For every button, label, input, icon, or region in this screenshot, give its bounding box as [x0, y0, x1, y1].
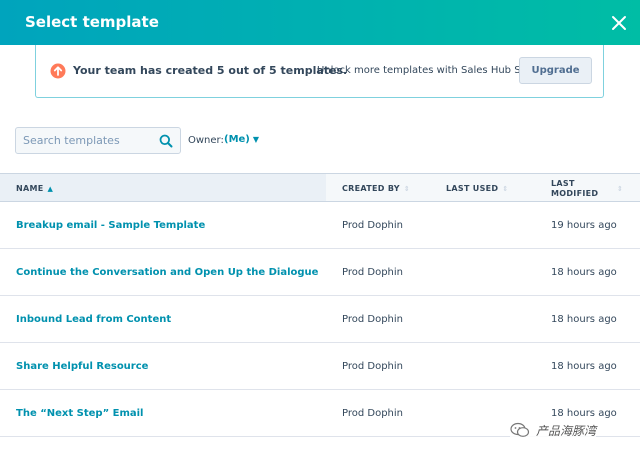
sort-icon[interactable]: ⇕: [617, 184, 623, 193]
search-icon[interactable]: [159, 134, 173, 148]
upgrade-button[interactable]: Upgrade: [519, 57, 592, 84]
last-modified-cell: 18 hours ago: [551, 408, 617, 419]
limit-banner: Your team has created 5 out of 5 templat…: [35, 45, 604, 98]
column-header-last-modified[interactable]: LAST MODIFIED: [551, 179, 598, 199]
column-header-created-by-label: CREATED BY: [342, 184, 400, 193]
arrow-up-circle-icon: [50, 63, 66, 79]
search-input[interactable]: [16, 128, 156, 153]
template-name-link[interactable]: Breakup email - Sample Template: [16, 220, 205, 231]
created-by-cell: Prod Dophin: [342, 408, 404, 419]
last-modified-cell: 18 hours ago: [551, 314, 617, 325]
owner-dropdown[interactable]: (Me) ▼: [224, 134, 259, 145]
column-header-last-used-label: LAST USED: [446, 184, 499, 193]
last-modified-cell: 19 hours ago: [551, 220, 617, 231]
close-icon[interactable]: [608, 12, 630, 34]
column-header-last-used[interactable]: LAST USED ⇕: [446, 184, 509, 193]
modal-header: Select template: [0, 0, 640, 45]
table-row: Breakup email - Sample Template Prod Dop…: [0, 202, 640, 249]
column-header-last-modified-line2: MODIFIED: [551, 189, 599, 198]
created-by-cell: Prod Dophin: [342, 314, 404, 325]
template-name-link[interactable]: Continue the Conversation and Open Up th…: [16, 267, 318, 278]
column-header-name-label: NAME: [16, 184, 44, 193]
owner-label: Owner:: [188, 135, 224, 146]
sort-ascending-icon: ▲: [47, 185, 54, 193]
template-name-link[interactable]: Inbound Lead from Content: [16, 314, 171, 325]
sort-icon: ⇕: [502, 185, 509, 193]
banner-text: Unlock more templates with Sales Hub Sta…: [317, 65, 552, 76]
created-by-cell: Prod Dophin: [342, 220, 404, 231]
table-header: NAME ▲ CREATED BY ⇕ LAST USED ⇕ LAST MODIFI…: [0, 173, 640, 202]
sort-icon: ⇕: [403, 185, 411, 193]
column-header-last-modified-line1: LAST: [551, 179, 575, 188]
template-name-link[interactable]: The “Next Step” Email: [16, 408, 143, 419]
search-box: [15, 127, 181, 154]
banner-title: Your team has created 5 out of 5 templat…: [73, 64, 348, 77]
modal-title: Select template: [25, 13, 159, 31]
wechat-icon: [510, 422, 530, 438]
column-header-created-by[interactable]: CREATED BY ⇕: [342, 184, 410, 193]
caret-down-icon: ▼: [252, 135, 260, 144]
watermark: 产品海豚湾: [510, 420, 597, 440]
column-header-name[interactable]: NAME ▲: [16, 184, 53, 193]
template-name-link[interactable]: Share Helpful Resource: [16, 361, 148, 372]
owner-value: (Me): [224, 134, 250, 145]
table-row: Continue the Conversation and Open Up th…: [0, 249, 640, 296]
last-modified-cell: 18 hours ago: [551, 361, 617, 372]
watermark-text: 产品海豚湾: [536, 423, 597, 438]
table-row: Inbound Lead from Content Prod Dophin 18…: [0, 296, 640, 343]
last-modified-cell: 18 hours ago: [551, 267, 617, 278]
created-by-cell: Prod Dophin: [342, 267, 404, 278]
created-by-cell: Prod Dophin: [342, 361, 404, 372]
table-row: Share Helpful Resource Prod Dophin 18 ho…: [0, 343, 640, 390]
